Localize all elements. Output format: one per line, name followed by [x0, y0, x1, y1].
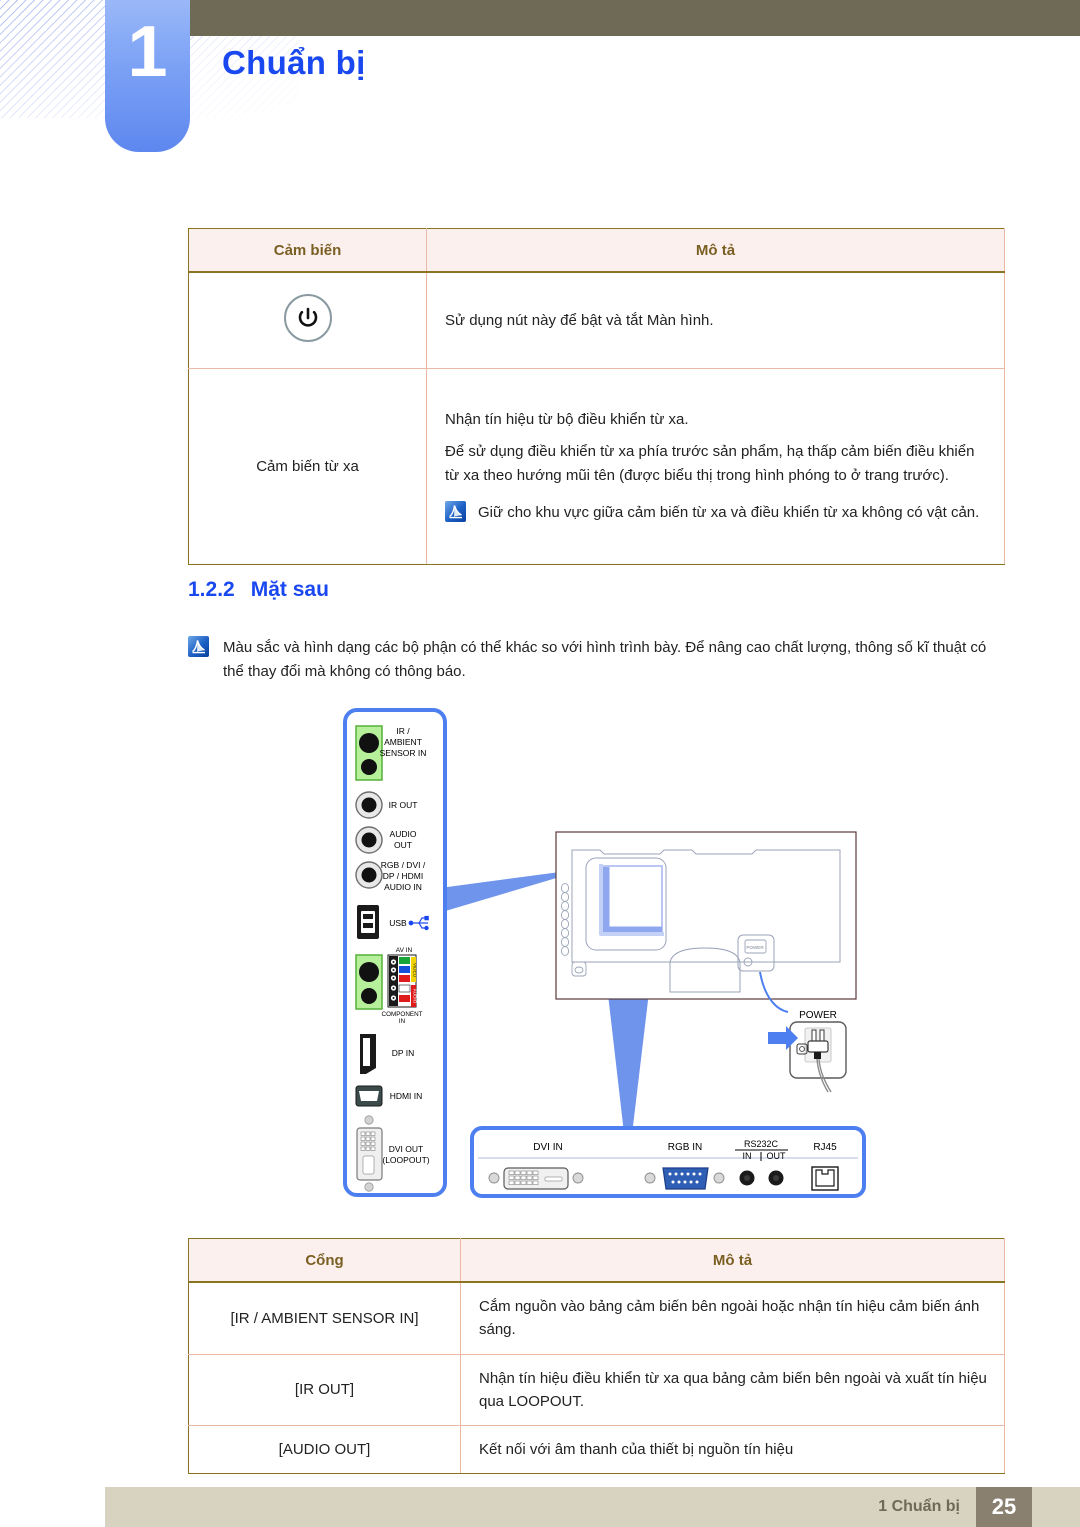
diagram-svg: IR / AMBIENT SENSOR IN IR OUT AUDIO OUT … — [343, 708, 866, 1198]
port-cell-ir-ambient-sensor-in: [IR / AMBIENT SENSOR IN] — [188, 1281, 461, 1355]
description-cell-power: Sử dụng nút này để bật và tắt Màn hình. — [426, 271, 1005, 369]
label-rgb-1: RGB / DVI / — [381, 860, 426, 870]
label-power-small: POWER — [746, 945, 764, 950]
port-cell-ir-out: [IR OUT] — [188, 1353, 461, 1426]
sensor-cell-power — [188, 271, 427, 369]
column-header-sensor: Cảm biến — [188, 228, 427, 273]
monitor-rear-view: POWER — [555, 831, 857, 1000]
chapter-tab: 1 — [105, 0, 190, 152]
page-note-text: Màu sắc và hình dạng các bộ phận có thể … — [223, 639, 987, 680]
port-table: Cổng Mô tả [IR / AMBIENT SENSOR IN] Cắm … — [188, 1238, 1005, 1475]
port-description-audio-out: Kết nối với âm thanh của thiết bị nguồn … — [460, 1424, 1005, 1475]
section-number: 1.2.2 — [188, 578, 235, 601]
label-audio-out-2: OUT — [394, 840, 412, 850]
label-ir-ambient-1: IR / — [396, 726, 410, 736]
bottom-port-panel: DVI IN RGB IN RS232C IN OUT RJ45 — [470, 1126, 866, 1198]
column-header-port: Cổng — [188, 1238, 461, 1283]
footer-page-number: 25 — [976, 1487, 1032, 1527]
label-rj45: RJ45 — [813, 1142, 837, 1153]
table-row: Sử dụng nút này để bật và tắt Màn hình. — [188, 271, 1005, 369]
description-text: Để sử dụng điều khiển từ xa phía trước s… — [445, 443, 975, 484]
sensor-table: Cảm biến Mô tả Sử dụng nút này để bật và… — [188, 228, 1005, 565]
label-rgb-3: AUDIO IN — [384, 882, 422, 892]
chapter-title: Chuẩn bị — [222, 44, 366, 81]
table-header-row: Cổng Mô tả — [188, 1238, 1005, 1283]
label-rs232c: RS232C — [744, 1139, 779, 1149]
label-dvi-in: DVI IN — [533, 1142, 562, 1153]
label-hdmi-in: HDMI IN — [390, 1091, 423, 1101]
label-dvi-out-1: DVI OUT — [389, 1144, 423, 1154]
description-text: Nhận tín hiệu từ bộ điều khiển từ xa. — [445, 411, 689, 428]
label-rgb-in: RGB IN — [668, 1142, 702, 1153]
label-dvi-out-2: (LOOPOUT) — [382, 1155, 429, 1165]
section-title: Mặt sau — [250, 578, 329, 601]
note-block: Giữ cho khu vực giữa cảm biến từ xa và đ… — [445, 500, 988, 524]
label-audio-out-1: AUDIO — [390, 829, 417, 839]
column-header-description: Mô tả — [426, 228, 1005, 273]
header-bar — [190, 0, 1080, 36]
label-power: POWER — [799, 1010, 837, 1021]
description-cell-remote: Nhận tín hiệu từ bộ điều khiển từ xa. Để… — [426, 367, 1005, 565]
column-header-description: Mô tả — [460, 1238, 1005, 1283]
label-rs232c-out: OUT — [767, 1151, 787, 1161]
table-row: [IR / AMBIENT SENSOR IN] Cắm nguồn vào b… — [188, 1281, 1005, 1355]
note-text: Giữ cho khu vực giữa cảm biến từ xa và đ… — [478, 503, 980, 521]
rear-panel-diagram: IR / AMBIENT SENSOR IN IR OUT AUDIO OUT … — [0, 700, 1080, 1230]
description-text: Sử dụng nút này để bật và tắt Màn hình. — [445, 311, 714, 329]
label-ir-out: IR OUT — [389, 800, 418, 810]
label-rgb-2: DP / HDMI — [383, 871, 423, 881]
label-audio: AUDIO — [413, 989, 418, 1004]
note-icon — [445, 500, 466, 522]
label-component-1: COMPONENT — [382, 1011, 423, 1018]
label-rs232c-in: IN — [743, 1151, 752, 1161]
footer-label: 1 Chuẩn bị — [878, 1498, 960, 1515]
note-icon — [188, 636, 209, 657]
table-row: [AUDIO OUT] Kết nối với âm thanh của thi… — [188, 1424, 1005, 1475]
port-cell-audio-out: [AUDIO OUT] — [188, 1424, 461, 1475]
label-ir-ambient-3: SENSOR IN — [380, 748, 427, 758]
section-heading: 1.2.2 Mặt sau — [188, 578, 329, 602]
label-dp-in: DP IN — [392, 1048, 415, 1058]
label-av-in: AV IN — [396, 947, 413, 954]
side-port-panel: IR / AMBIENT SENSOR IN IR OUT AUDIO OUT … — [343, 708, 447, 1197]
table-header-row: Cảm biến Mô tả — [188, 228, 1005, 273]
port-description-ir-ambient-sensor-in: Cắm nguồn vào bảng cảm biến bên ngoài ho… — [460, 1281, 1005, 1355]
port-description-ir-out: Nhận tín hiệu điều khiển từ xa qua bảng … — [460, 1353, 1005, 1426]
label-component-2: IN — [399, 1018, 406, 1025]
label-video: VIDEO — [413, 963, 418, 978]
power-icon — [283, 294, 332, 343]
sensor-cell-remote: Cảm biến từ xa — [188, 367, 427, 565]
chapter-number: 1 — [127, 12, 168, 92]
table-row: [IR OUT] Nhận tín hiệu điều khiển từ xa … — [188, 1353, 1005, 1426]
power-connector-detail: POWER — [768, 1010, 847, 1093]
table-row: Cảm biến từ xa Nhận tín hiệu từ bộ điều … — [188, 367, 1005, 565]
label-usb: USB — [389, 918, 407, 928]
page-note: Màu sắc và hình dạng các bộ phận có thể … — [188, 636, 1003, 683]
label-ir-ambient-2: AMBIENT — [384, 737, 422, 747]
